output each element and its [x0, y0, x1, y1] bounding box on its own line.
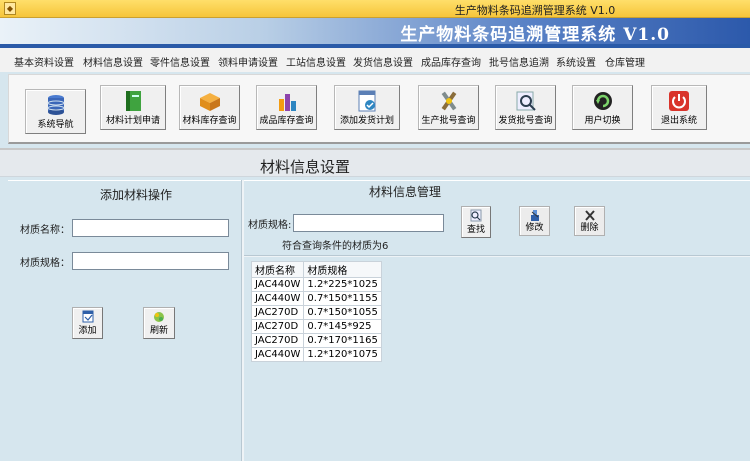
table-row[interactable]: JAC270D 0.7*150*1055 [250, 305, 382, 320]
menu-item-basic-settings[interactable]: 基本资料设置 [14, 54, 74, 69]
switch-user-button[interactable]: 用户切换 [572, 85, 633, 130]
add-doc-icon [82, 310, 93, 323]
add-button[interactable]: 添加 [72, 307, 103, 339]
search-spec-label: 材质规格: [248, 220, 292, 231]
table-row[interactable]: JAC270D 0.7*145*925 [250, 319, 382, 334]
cell-material-name[interactable]: JAC270D [250, 305, 305, 320]
menu-item-warehouse[interactable]: 仓库管理 [605, 54, 645, 69]
exit-label: 退出系统 [660, 116, 697, 126]
switch-user-label: 用户切换 [584, 116, 621, 126]
refresh-button[interactable]: 刷新 [143, 307, 175, 339]
cell-material-name[interactable]: JAC440W [250, 347, 305, 362]
refresh-user-icon [593, 92, 612, 110]
nav-button[interactable]: 系统导航 [25, 89, 86, 134]
search-icon [470, 209, 482, 222]
table-row[interactable]: JAC440W 1.2*225*1025 [250, 277, 382, 292]
tools-icon [441, 91, 456, 111]
app-banner: 生产物料条码追溯管理系统 V1.0 [0, 18, 750, 45]
book-icon [126, 91, 141, 111]
menu-item-station-settings[interactable]: 工站信息设置 [286, 54, 346, 69]
cell-material-spec[interactable]: 1.2*120*1075 [303, 347, 382, 362]
material-stock-label: 材料库存查询 [182, 116, 237, 126]
material-management-header: 材料信息管理 [369, 185, 442, 199]
menu-item-system-settings[interactable]: 系统设置 [556, 54, 596, 69]
material-spec-input[interactable] [72, 252, 229, 270]
table-row[interactable]: JAC440W 1.2*120*1075 [250, 347, 382, 362]
edit-button-label: 修改 [525, 223, 544, 233]
add-shipping-plan-label: 添加发货计划 [339, 116, 394, 126]
batch-query-button[interactable]: 生产批号查询 [418, 85, 479, 130]
page-title: 材料信息设置 [260, 158, 351, 176]
chart-icon [278, 94, 296, 111]
product-stock-label: 成品库存查询 [259, 116, 314, 126]
add-button-label: 添加 [78, 326, 97, 336]
magnifier-icon [516, 91, 536, 111]
nav-button-label: 系统导航 [37, 120, 74, 130]
material-plan-button[interactable]: 材料计划申请 [100, 85, 166, 130]
material-plan-label: 材料计划申请 [105, 116, 160, 126]
refresh-icon [154, 312, 164, 322]
window-title: 生产物料条码追溯管理系统 V1.0 [454, 4, 616, 17]
menu-item-product-stock[interactable]: 成品库存查询 [421, 54, 481, 69]
search-button-label: 查找 [466, 225, 485, 235]
delete-button-label: 删除 [580, 223, 599, 233]
shipping-batch-query-button[interactable]: 发货批号查询 [495, 85, 556, 130]
grid-separator [244, 255, 750, 257]
cell-material-name[interactable]: JAC440W [250, 291, 305, 306]
toolbar: 系统导航 材料计划申请 材料库存查询 成品库存查询 添加发货计划 生产批号查询 … [8, 74, 750, 144]
material-table: 材质名称 材质规格 JAC440W 1.2*225*1025 JAC440W 0… [250, 261, 382, 362]
shipping-batch-query-label: 发货批号查询 [498, 116, 553, 126]
database-icon [47, 95, 64, 115]
add-material-header: 添加材料操作 [100, 188, 173, 202]
cell-material-name[interactable]: JAC440W [250, 277, 305, 292]
checklist-icon [358, 90, 376, 112]
edit-button[interactable]: 修改 [519, 206, 550, 236]
material-stock-button[interactable]: 材料库存查询 [179, 85, 240, 130]
cell-material-name[interactable]: JAC270D [250, 319, 305, 334]
box-icon [199, 93, 220, 111]
cell-material-spec[interactable]: 1.2*225*1025 [303, 277, 382, 292]
result-count-text: 符合查询条件的材质为6 [282, 241, 389, 252]
menu-item-shipping-settings[interactable]: 发货信息设置 [353, 54, 413, 69]
menu-item-batch-trace[interactable]: 批号信息追溯 [489, 54, 549, 69]
table-row[interactable]: JAC270D 0.7*170*1165 [250, 333, 382, 348]
menu-bar: 基本资料设置 材料信息设置 零件信息设置 领料申请设置 工站信息设置 发货信息设… [0, 48, 750, 72]
cell-material-spec[interactable]: 0.7*150*1055 [303, 305, 382, 320]
column-header-material-name[interactable]: 材质名称 [250, 261, 305, 278]
window-titlebar: ◆ 生产物料条码追溯管理系统 V1.0 [0, 0, 750, 18]
menu-item-part-settings[interactable]: 零件信息设置 [150, 54, 210, 69]
menu-item-material-settings[interactable]: 材料信息设置 [83, 54, 143, 69]
column-header-material-spec[interactable]: 材质规格 [303, 261, 382, 278]
search-spec-input[interactable] [293, 214, 444, 232]
delete-button[interactable]: 删除 [574, 206, 605, 236]
batch-query-label: 生产批号查询 [421, 116, 476, 126]
cell-material-name[interactable]: JAC270D [250, 333, 305, 348]
search-button[interactable]: 查找 [461, 206, 491, 238]
material-spec-label: 材质规格： [20, 258, 70, 269]
refresh-button-label: 刷新 [149, 326, 168, 336]
cell-material-spec[interactable]: 0.7*145*925 [303, 319, 382, 334]
cell-material-spec[interactable]: 0.7*170*1165 [303, 333, 382, 348]
banner-title: 生产物料条码追溯管理系统 V1.0 [400, 25, 670, 45]
exit-button[interactable]: 退出系统 [651, 85, 707, 130]
cell-material-spec[interactable]: 0.7*150*1155 [303, 291, 382, 306]
material-name-input[interactable] [72, 219, 229, 237]
product-stock-button[interactable]: 成品库存查询 [256, 85, 317, 130]
table-row[interactable]: JAC440W 0.7*150*1155 [250, 291, 382, 306]
add-shipping-plan-button[interactable]: 添加发货计划 [334, 85, 400, 130]
power-icon [669, 91, 689, 111]
material-name-label: 材质名称： [20, 225, 70, 236]
table-header-row: 材质名称 材质规格 [250, 261, 382, 278]
page-title-strip [0, 150, 750, 177]
menu-item-requisition-settings[interactable]: 领料申请设置 [218, 54, 278, 69]
